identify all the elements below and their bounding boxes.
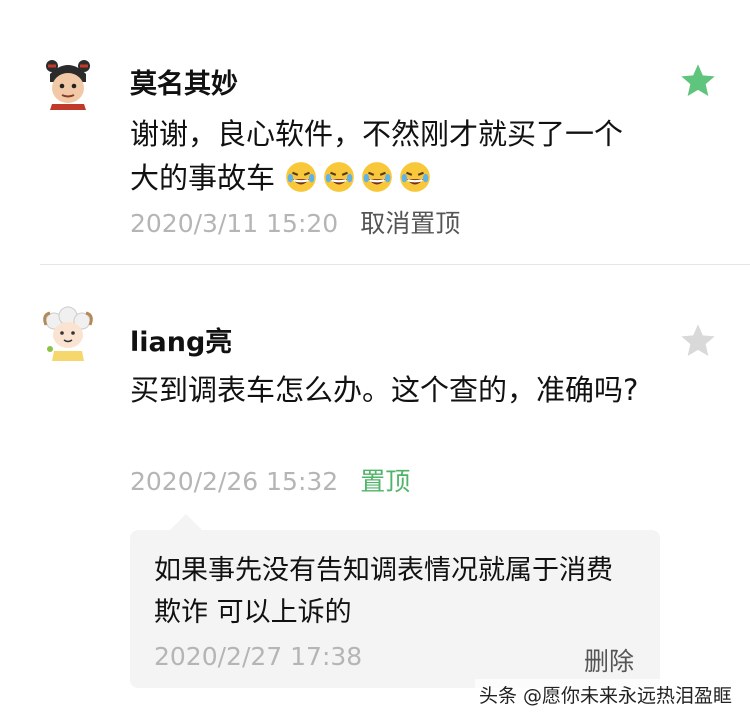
laugh-cry-emoji-icon bbox=[400, 162, 431, 192]
comment-meta: 2020/2/26 15:32 置顶 bbox=[130, 462, 410, 498]
reply-arrow bbox=[170, 514, 202, 530]
avatar[interactable] bbox=[40, 54, 96, 110]
delete-reply-button[interactable]: 删除 bbox=[584, 642, 634, 678]
laugh-cry-emoji-icon bbox=[362, 162, 393, 192]
star-icon[interactable] bbox=[678, 321, 718, 361]
pin-button[interactable]: 置顶 bbox=[360, 467, 410, 496]
watermark: 头条 @愿你未来永远热泪盈眶 bbox=[474, 679, 736, 710]
comment-author: liang亮 bbox=[130, 327, 233, 358]
comment-text: 谢谢，良心软件，不然刚才就买了一个大的事故车 bbox=[130, 112, 650, 200]
reply-timestamp: 2020/2/27 17:38 bbox=[154, 642, 363, 671]
laugh-cry-emoji-icon bbox=[286, 162, 317, 192]
comment-item: 莫名其妙 谢谢，良心软件，不然刚才就买了一个大的事故车 2020/3/11 15… bbox=[0, 0, 750, 265]
comment-text: 买到调表车怎么办。这个查的，准确吗? bbox=[130, 373, 639, 407]
avatar[interactable] bbox=[40, 305, 96, 361]
reply-text: 如果事先没有告知调表情况就属于消费欺诈 可以上诉的 bbox=[154, 555, 613, 628]
comment-timestamp: 2020/3/11 15:20 bbox=[130, 209, 339, 238]
comment-author: 莫名其妙 bbox=[130, 69, 238, 100]
reply-bubble: 如果事先没有告知调表情况就属于消费欺诈 可以上诉的 2020/2/27 17:3… bbox=[130, 530, 660, 688]
comment-timestamp: 2020/2/26 15:32 bbox=[130, 467, 339, 496]
unpin-button[interactable]: 取消置顶 bbox=[360, 209, 460, 238]
star-icon[interactable] bbox=[678, 61, 718, 101]
comment-meta: 2020/3/11 15:20 取消置顶 bbox=[130, 204, 460, 240]
laugh-cry-emoji-icon bbox=[324, 162, 355, 192]
avatar-boy-icon bbox=[40, 54, 96, 110]
emoji-group bbox=[284, 161, 436, 195]
avatar-sheep-icon bbox=[40, 305, 96, 361]
